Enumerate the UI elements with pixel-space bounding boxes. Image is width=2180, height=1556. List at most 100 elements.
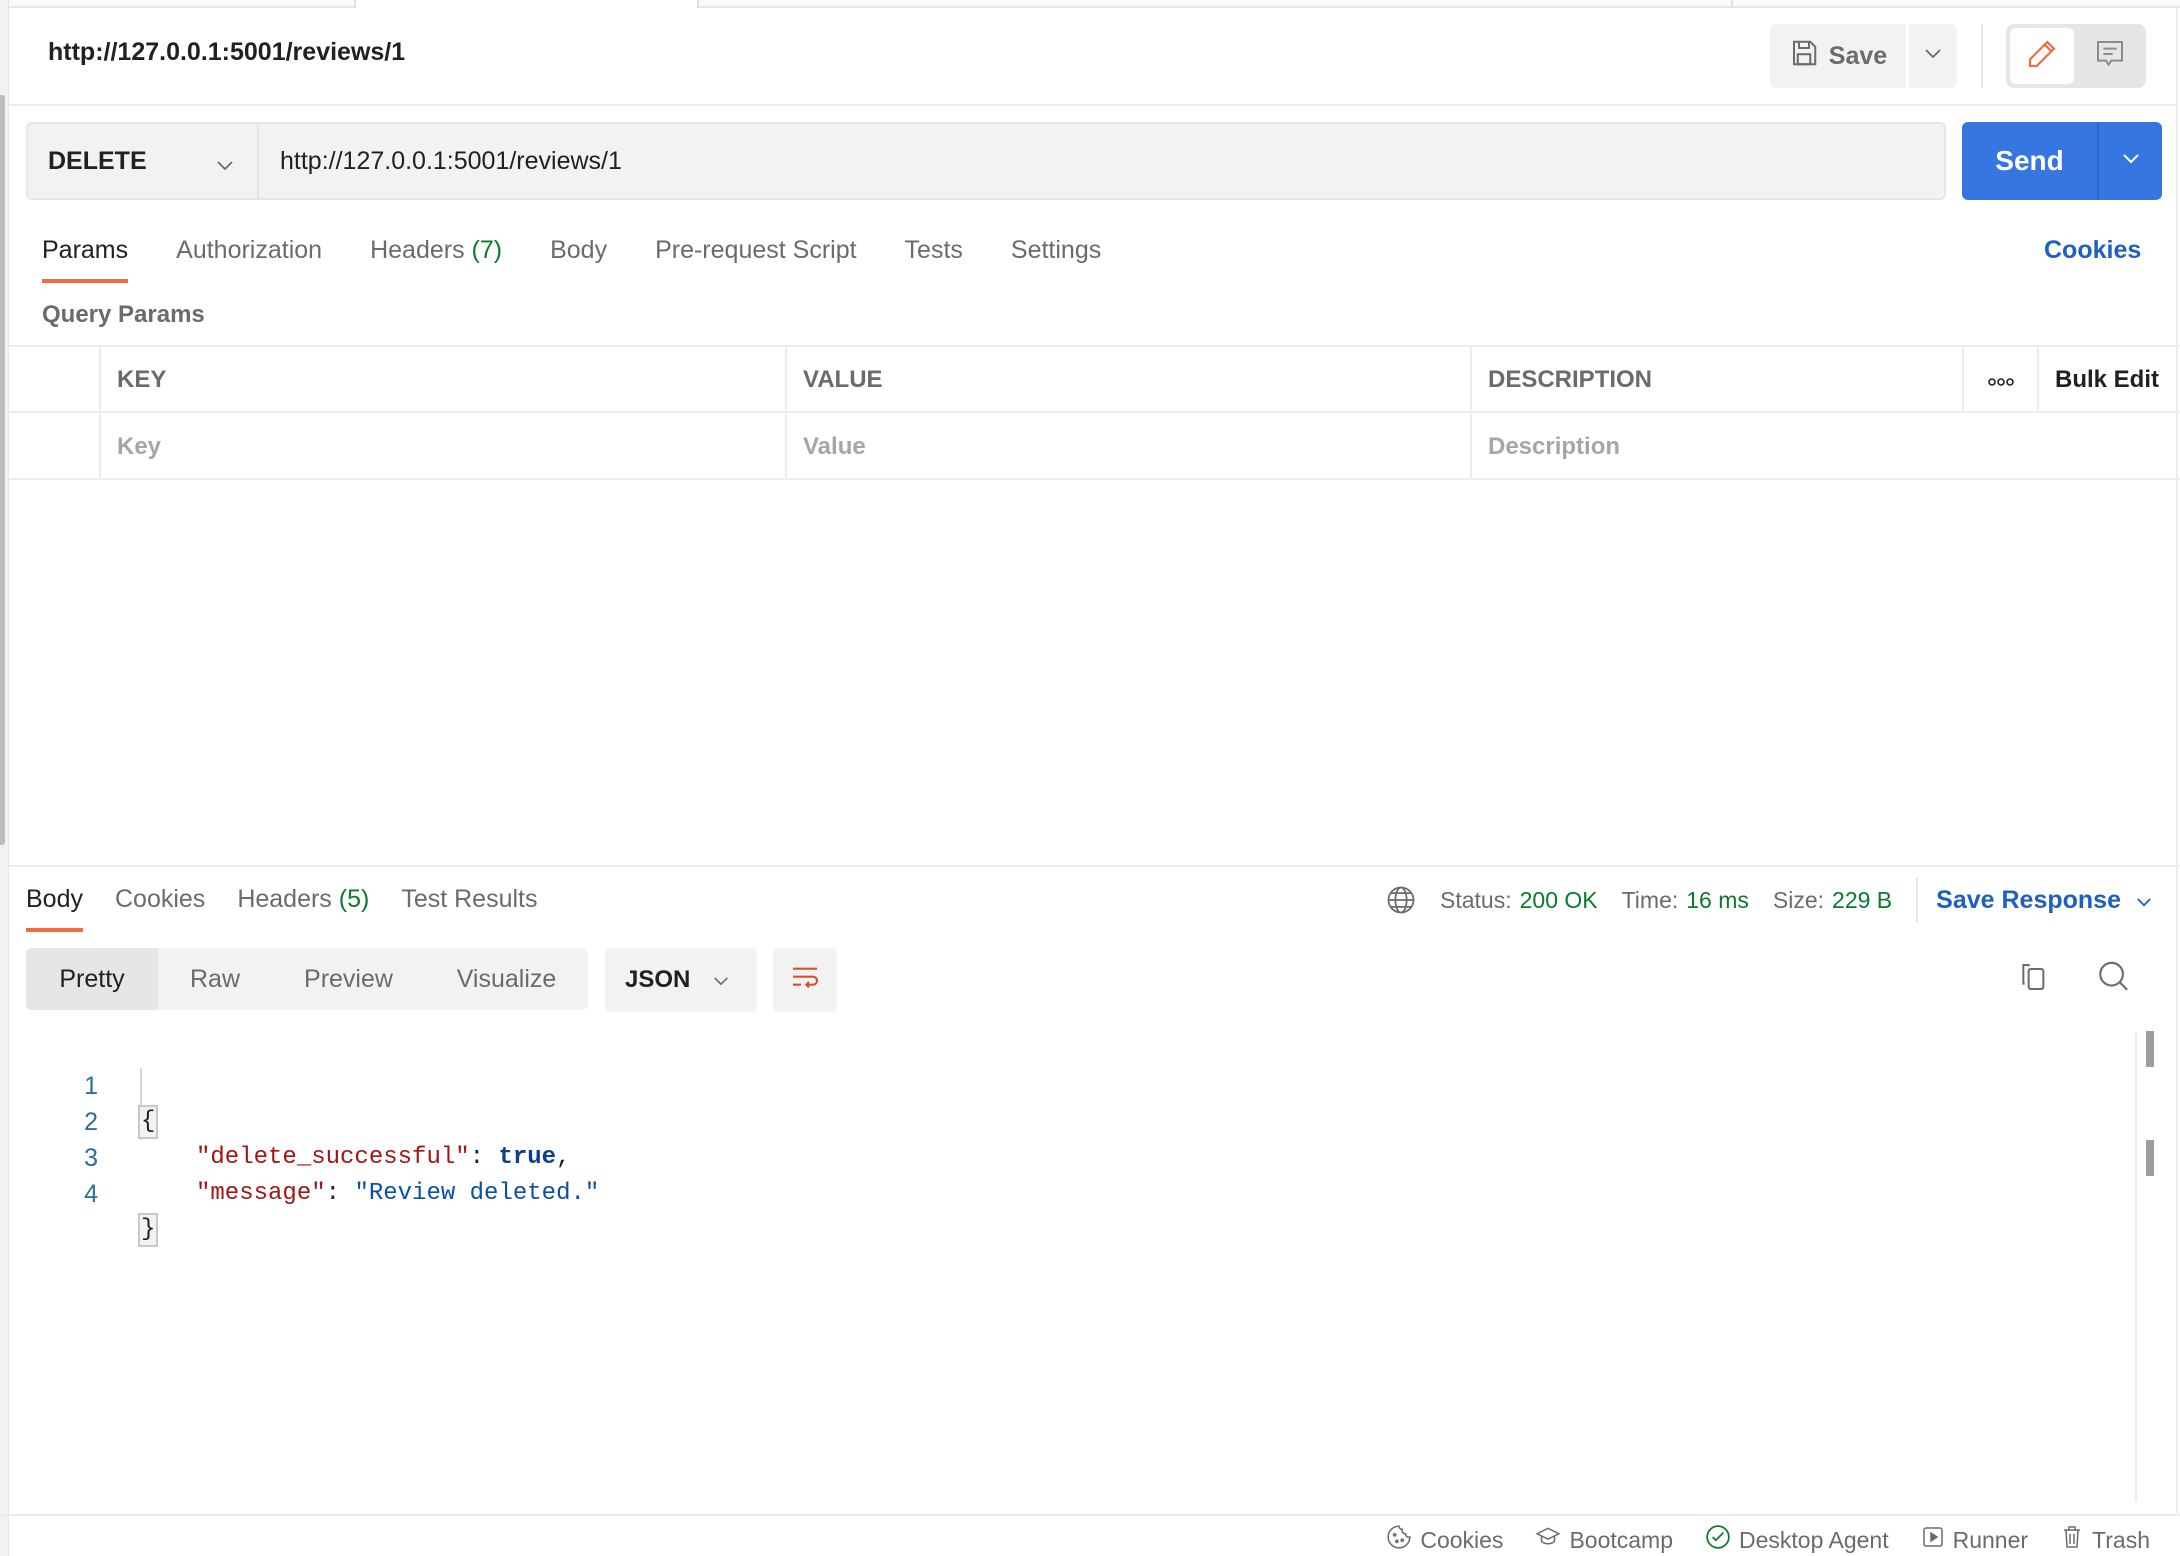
scrollbar-marker[interactable]: [2146, 1140, 2154, 1176]
globe-icon[interactable]: [1386, 885, 1416, 915]
status-divider: [1916, 878, 1919, 922]
footer-bootcamp[interactable]: Bootcamp: [1535, 1524, 1673, 1556]
footer-runner[interactable]: Runner: [1921, 1525, 2028, 1555]
tab-strip-tab[interactable]: [697, 0, 2180, 8]
tab-label: Authorization: [176, 236, 323, 264]
tab-strip-separator: [354, 0, 356, 8]
view-toggle-group: [2006, 24, 2146, 88]
view-pretty-button[interactable]: Pretty: [26, 948, 158, 1010]
footer-desktop-agent[interactable]: Desktop Agent: [1705, 1524, 1889, 1556]
tab-pre-request-script[interactable]: Pre-request Script: [655, 236, 856, 265]
tab-tests[interactable]: Tests: [905, 236, 963, 265]
tab-label: Tests: [904, 236, 963, 264]
response-tab-body[interactable]: Body: [26, 885, 83, 932]
play-square-icon: [1921, 1525, 1945, 1555]
column-header-key: KEY: [99, 347, 785, 413]
tab-label: Test Results: [401, 885, 538, 913]
sidebar-resize-handle[interactable]: [0, 95, 5, 845]
view-raw-button[interactable]: Raw: [158, 948, 272, 1010]
response-meta: Status: 200 OK Time: 16 ms Size: 229 B S…: [1386, 878, 2153, 922]
send-options-dropdown[interactable]: [2099, 122, 2162, 200]
tab-body[interactable]: Body: [550, 236, 607, 265]
json-colon: :: [325, 1180, 355, 1207]
request-url-bar: DELETE http://127.0.0.1:5001/reviews/1: [26, 122, 1946, 200]
footer-label: Trash: [2092, 1526, 2150, 1553]
comments-button[interactable]: [2078, 28, 2142, 84]
edit-mode-button[interactable]: [2010, 28, 2074, 84]
headers-count: (7): [471, 236, 503, 264]
status-label: Status:: [1440, 886, 1512, 913]
view-preview-button[interactable]: Preview: [272, 948, 425, 1010]
response-tab-cookies[interactable]: Cookies: [115, 885, 205, 914]
value-input[interactable]: Value: [785, 414, 1470, 480]
key-input[interactable]: Key: [99, 414, 785, 480]
pencil-icon: [2026, 38, 2058, 75]
footer-cookies[interactable]: Cookies: [1386, 1524, 1503, 1556]
row-checkbox-cell: [9, 414, 99, 480]
line-number: 4: [84, 1180, 98, 1208]
size-value[interactable]: 229 B: [1832, 887, 1892, 914]
more-options-button[interactable]: [1962, 347, 2037, 413]
format-label: JSON: [625, 966, 691, 993]
response-pane-divider[interactable]: [9, 865, 2180, 867]
column-header-description: DESCRIPTION: [1470, 347, 1962, 413]
status-value[interactable]: 200 OK: [1520, 887, 1598, 914]
chevron-down-icon: [1923, 47, 1943, 65]
response-body-editor[interactable]: 1 { 2 "delete_successful": true, 3 "mess…: [26, 1032, 599, 1247]
tab-label: Cookies: [114, 885, 206, 913]
chevron-down-icon: [215, 150, 235, 179]
tab-authorization[interactable]: Authorization: [176, 236, 322, 265]
tab-headers[interactable]: Headers (7): [370, 236, 502, 265]
json-colon: :: [469, 1144, 499, 1171]
json-comma: ,: [556, 1144, 571, 1171]
search-response-button[interactable]: [2093, 959, 2133, 999]
wrap-lines-button[interactable]: [773, 948, 837, 1012]
method-select[interactable]: DELETE: [28, 124, 259, 198]
time-value[interactable]: 16 ms: [1686, 887, 1749, 914]
chevron-down-icon: [2135, 886, 2153, 915]
save-button[interactable]: Save: [1770, 24, 1906, 88]
copy-response-button[interactable]: [2014, 959, 2054, 999]
response-tab-test-results[interactable]: Test Results: [401, 885, 537, 914]
query-params-table: KEY VALUE DESCRIPTION Bulk Edit Key Valu…: [9, 345, 2180, 480]
scrollbar-marker[interactable]: [2146, 1031, 2154, 1067]
check-circle-icon: [1705, 1524, 1731, 1556]
cookie-icon: [1386, 1524, 1412, 1556]
table-header-row: KEY VALUE DESCRIPTION Bulk Edit: [9, 347, 2180, 413]
chevron-down-icon: [712, 966, 730, 994]
format-select[interactable]: JSON: [605, 948, 757, 1012]
checkbox-column-header: [9, 347, 99, 413]
tab-strip-tab[interactable]: [9, 0, 354, 8]
editor-scroll-track: [2135, 1032, 2137, 1502]
code-line: 1 {: [26, 1032, 159, 1139]
send-button[interactable]: Send: [1962, 122, 2097, 200]
save-icon: [1789, 38, 1819, 75]
tab-params[interactable]: Params: [42, 236, 129, 283]
save-response-button[interactable]: Save Response: [1936, 886, 2153, 915]
status-bar: Cookies Bootcamp Desktop Agent Runner Tr…: [1386, 1524, 2150, 1556]
request-title[interactable]: http://127.0.0.1:5001/reviews/1: [48, 38, 405, 67]
footer-label: Desktop Agent: [1739, 1526, 1889, 1553]
cookies-link[interactable]: Cookies: [2044, 236, 2141, 265]
response-tab-headers[interactable]: Headers (5): [237, 885, 369, 914]
save-response-label: Save Response: [1936, 885, 2121, 914]
chevron-down-icon: [2121, 152, 2141, 170]
tab-strip-separator: [1731, 0, 1733, 8]
tab-label: Settings: [1010, 236, 1102, 264]
header-divider: [9, 104, 2176, 106]
copy-icon: [2018, 961, 2050, 998]
search-icon: [2096, 960, 2130, 999]
tab-label: Body: [26, 885, 83, 913]
tab-settings[interactable]: Settings: [1011, 236, 1101, 265]
comment-icon: [2094, 38, 2126, 75]
bulk-edit-button[interactable]: Bulk Edit: [2037, 347, 2180, 413]
url-input[interactable]: http://127.0.0.1:5001/reviews/1: [280, 124, 622, 198]
description-input[interactable]: Description: [1470, 414, 2180, 480]
save-options-dropdown[interactable]: [1909, 24, 1957, 88]
code-line: 4 }: [26, 1140, 159, 1247]
table-row: Key Value Description: [9, 414, 2180, 480]
footer-trash[interactable]: Trash: [2060, 1524, 2150, 1556]
code-line: 2 "delete_successful": true,: [26, 1068, 570, 1171]
wrap-text-icon: [789, 962, 821, 999]
view-visualize-button[interactable]: Visualize: [425, 948, 588, 1010]
